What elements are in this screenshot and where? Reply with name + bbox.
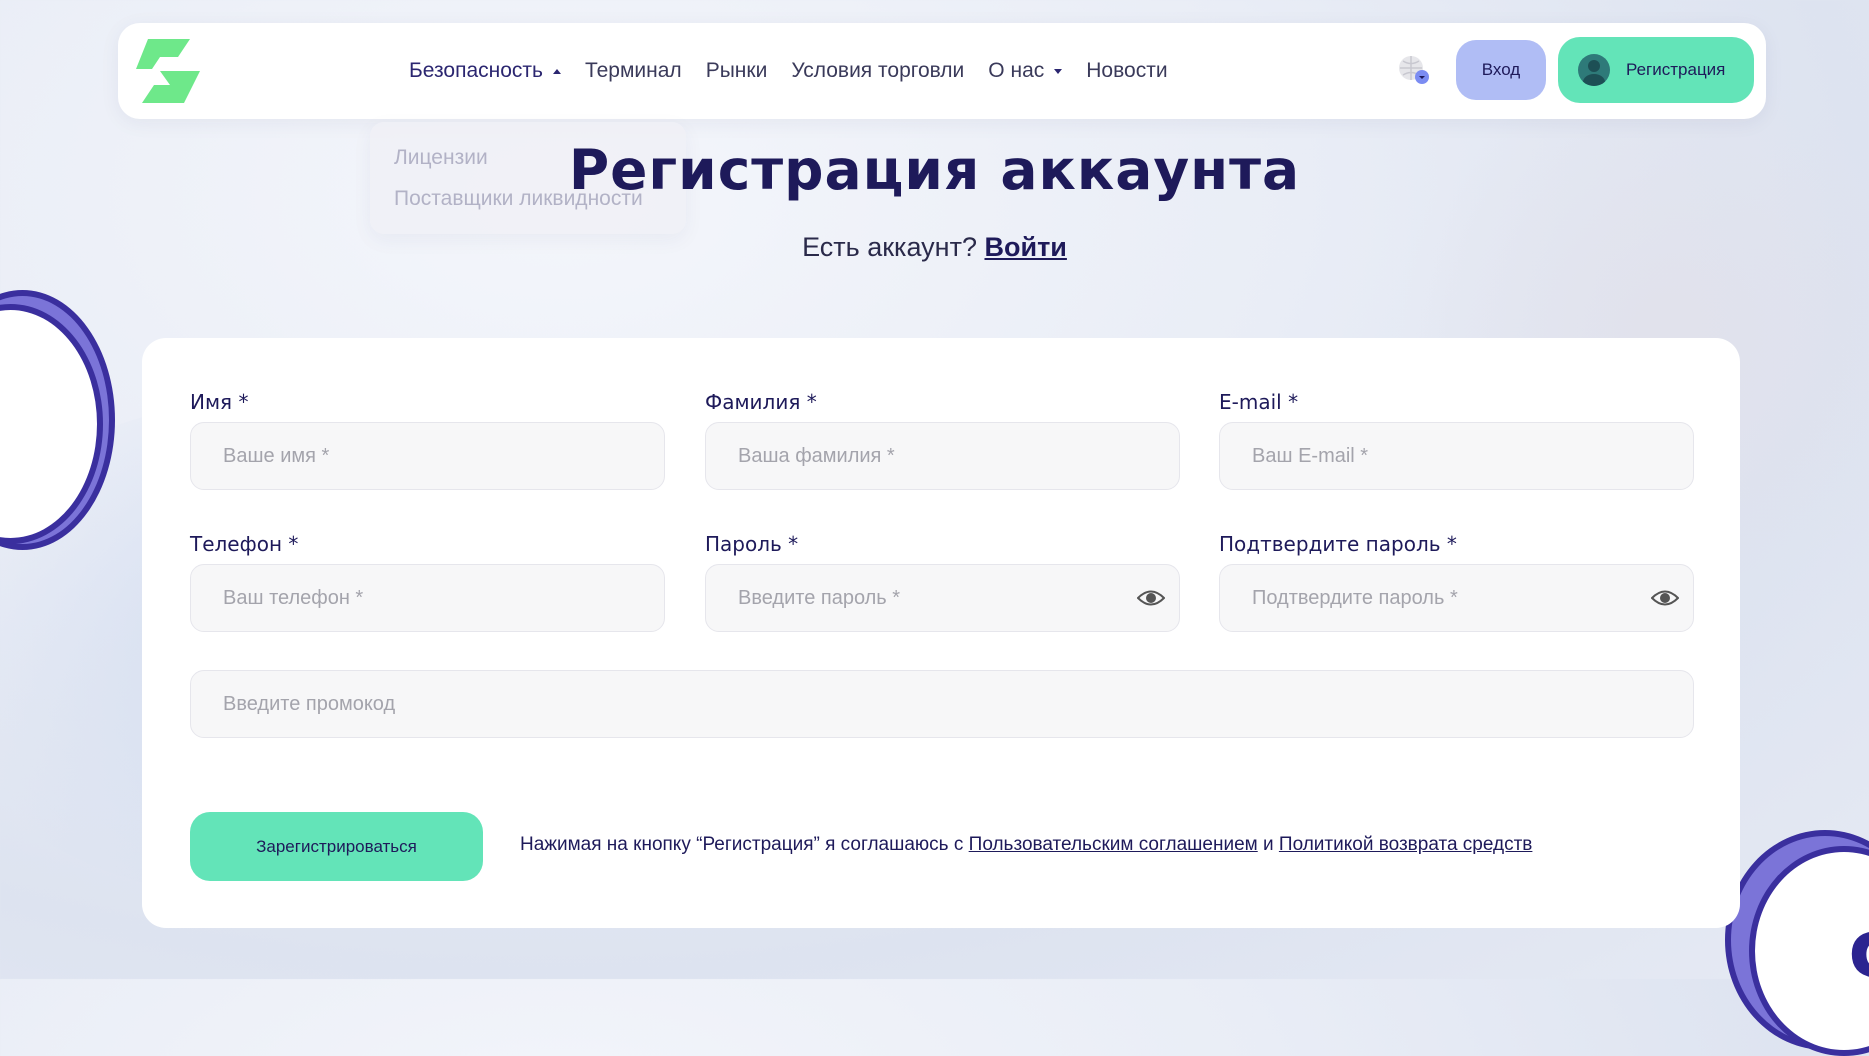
nav-item-news[interactable]: Новости [1074, 59, 1179, 83]
promo-field[interactable] [190, 670, 1694, 738]
caret-up-icon [552, 68, 561, 74]
nav-item-label: Рынки [705, 59, 768, 82]
phone-label: Телефон * [190, 532, 299, 556]
registration-form: Имя * Фамилия * E-mail * Телефон * Парол… [142, 338, 1740, 928]
agreement-and: и [1263, 834, 1274, 855]
user-agreement-link[interactable]: Пользовательским соглашением [969, 834, 1258, 855]
password-input[interactable] [736, 585, 1149, 611]
email-label: E-mail * [1219, 390, 1299, 414]
eye-icon[interactable] [1651, 587, 1679, 609]
password-field[interactable] [705, 564, 1180, 632]
first-name-input[interactable] [221, 443, 634, 469]
password-confirm-input[interactable] [1250, 585, 1663, 611]
nav-item-about[interactable]: О нас [976, 59, 1074, 83]
first-name-field[interactable] [190, 422, 665, 490]
email-input[interactable] [1250, 443, 1663, 469]
last-name-label: Фамилия * [705, 390, 817, 414]
password-label: Пароль * [705, 532, 799, 556]
agreement-prefix: Нажимая на кнопку “Регистрация” я соглаш… [520, 834, 964, 855]
login-prompt: Есть аккаунт? Войти [0, 232, 1869, 263]
nav-item-terminal[interactable]: Терминал [573, 59, 694, 83]
last-name-input[interactable] [736, 443, 1149, 469]
password-confirm-field[interactable] [1219, 564, 1694, 632]
register-button[interactable]: Регистрация [1558, 37, 1754, 103]
phone-input[interactable] [221, 585, 634, 611]
eye-icon[interactable] [1137, 587, 1165, 609]
nav-item-label: Безопасность [409, 59, 543, 82]
last-name-field[interactable] [705, 422, 1180, 490]
nav-item-label: Терминал [584, 59, 682, 82]
nav-item-label: Условия торговли [791, 59, 965, 82]
nav-item-trading-conditions[interactable]: Условия торговли [779, 59, 976, 83]
password-confirm-label: Подтвердите пароль * [1219, 532, 1457, 556]
caret-down-icon [1054, 68, 1063, 74]
login-link[interactable]: Войти [984, 232, 1066, 262]
first-name-label: Имя * [190, 390, 249, 414]
register-button-label: Регистрация [1626, 60, 1726, 79]
refund-policy-link[interactable]: Политикой возврата средств [1279, 834, 1533, 855]
submit-button[interactable]: Зарегистрироваться [190, 812, 483, 881]
page-title: Регистрация аккаунта [568, 138, 1301, 202]
globe-icon[interactable] [1396, 53, 1430, 87]
main-nav: Безопасность Терминал Рынки Условия торг… [397, 23, 1180, 119]
user-avatar-icon [1578, 54, 1610, 86]
nav-item-label: О нас [988, 59, 1045, 82]
email-field[interactable] [1219, 422, 1694, 490]
promo-input[interactable] [221, 691, 1663, 717]
agreement-text: Нажимая на кнопку “Регистрация” я соглаш… [520, 834, 1532, 856]
nav-item-security[interactable]: Безопасность [397, 59, 573, 83]
nav-item-markets[interactable]: Рынки [694, 59, 780, 83]
nav-item-label: Новости [1086, 59, 1168, 82]
coin-icon: ¢ [1725, 830, 1869, 1056]
login-button[interactable]: Вход [1456, 40, 1546, 100]
login-prompt-text: Есть аккаунт? [802, 232, 977, 262]
header: Безопасность Терминал Рынки Условия торг… [118, 23, 1766, 119]
logo-icon[interactable] [130, 35, 204, 107]
phone-field[interactable] [190, 564, 665, 632]
